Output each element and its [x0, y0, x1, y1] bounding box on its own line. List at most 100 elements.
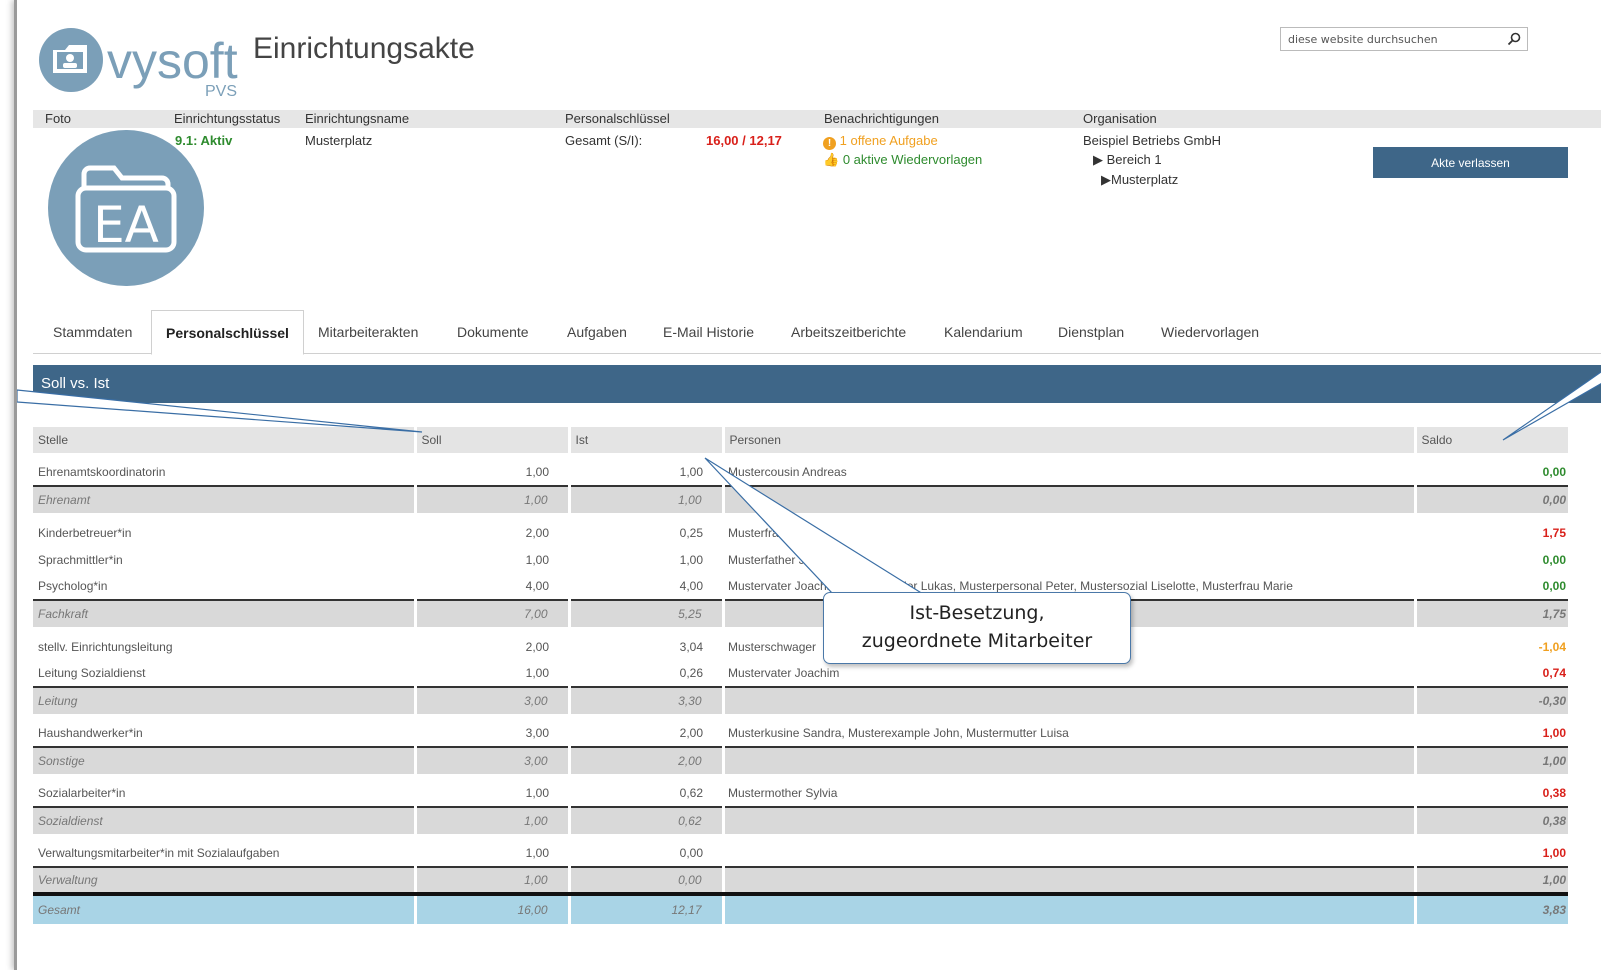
cell-ist: 0,62	[679, 786, 703, 800]
cell-personen: Musterkusine Sandra, Musterexample John,…	[728, 726, 1069, 740]
cell-soll: 1,00	[413, 866, 569, 894]
cell-ist: 0,25	[679, 525, 703, 540]
tab-dienstplan[interactable]: Dienstplan	[1044, 310, 1138, 354]
facility-name: Musterplatz	[305, 133, 373, 148]
cell-saldo: 0,74	[1542, 666, 1566, 680]
section-header: Soll vs. Ist	[33, 365, 1601, 403]
cell-soll: 1,00	[525, 846, 549, 860]
cell-personen: Musterfrau M	[728, 525, 799, 540]
tab-stammdaten[interactable]: Stammdaten	[39, 310, 146, 354]
leave-file-button[interactable]: Akte verlassen	[1373, 147, 1568, 178]
open-tasks-link[interactable]: ! 1 offene Aufgabe	[823, 133, 938, 150]
cell-soll: 3,00	[413, 686, 569, 714]
cell-soll: 3,00	[413, 746, 569, 774]
cell-ist: 3,04	[679, 639, 703, 654]
cell-soll: 1,00	[525, 786, 549, 800]
column-header-personen[interactable]: Personen	[721, 427, 1415, 453]
cell-personen: Mustermother Sylvia	[728, 786, 838, 800]
cell-saldo: 0,00	[1413, 485, 1568, 513]
cell-stelle: Sozialdienst	[33, 806, 415, 834]
tab-mitarbeiterakten[interactable]: Mitarbeiterakten	[304, 310, 432, 354]
cell-saldo: 0,00	[1542, 552, 1566, 567]
cell-saldo: 1,00	[1542, 846, 1566, 860]
org-place[interactable]: ▶Musterplatz	[1101, 172, 1178, 188]
header-notifications: Benachrichtigungen	[824, 111, 939, 126]
subtotal-row: Verwaltung 1,00 0,00 1,00	[33, 866, 1568, 894]
column-header-saldo[interactable]: Saldo	[1413, 427, 1568, 453]
column-header-stelle[interactable]: Stelle	[33, 427, 415, 453]
cell-saldo: 1,00	[1413, 866, 1568, 894]
header-foto: Foto	[45, 111, 72, 126]
cell-stelle: Psycholog*in	[38, 579, 108, 593]
cell-ist: 0,62	[567, 806, 723, 834]
cell-personen	[721, 686, 1415, 714]
tab-bar: Stammdaten Personalschlüssel Mitarbeiter…	[33, 310, 1601, 355]
table-row: Psycholog*in 4,00 4,00 Mustervater Joachim,…	[33, 573, 1568, 600]
tab-aufgaben[interactable]: Aufgaben	[553, 310, 641, 354]
cell-personen: Musterfather Jim	[728, 552, 818, 567]
cell-soll: 7,00	[413, 599, 569, 627]
key-value: 16,00 / 12,17	[706, 133, 782, 148]
cell-stelle: Gesamt	[33, 892, 415, 924]
info-header-row: Foto Einrichtungsstatus Einrichtungsname…	[33, 110, 1601, 128]
cell-ist: 0,00	[567, 866, 723, 894]
tab-wiedervorlagen[interactable]: Wiedervorlagen	[1147, 310, 1273, 354]
table-row: Sprachmittler*in 1,00 1,00 Musterfather Jim…	[33, 546, 1568, 573]
cell-soll: 3,00	[525, 726, 549, 740]
cell-soll: 1,00	[525, 465, 549, 479]
org-area[interactable]: ▶ Bereich 1	[1093, 152, 1162, 168]
avatar-initials: EA	[93, 196, 159, 254]
tab-arbeitszeitberichte[interactable]: Arbeitszeitberichte	[777, 310, 920, 354]
open-tasks-label: 1 offene Aufgabe	[839, 133, 938, 148]
cell-ist: 1,00	[679, 552, 703, 567]
cell-saldo: -0,30	[1413, 686, 1568, 714]
thumbs-up-icon: 👍	[823, 152, 840, 167]
search-input[interactable]	[1281, 32, 1501, 46]
table-row: Kinderbetreuer*in 2,00 0,25 Musterfrau M 1,7…	[33, 513, 1568, 546]
cell-ist: 0,00	[679, 846, 703, 860]
table-row: stellv. Einrichtungsleitung 2,00 3,04 Muste…	[33, 627, 1568, 660]
header-key: Personalschlüssel	[565, 111, 670, 126]
header-status: Einrichtungsstatus	[174, 111, 281, 126]
cell-stelle: Sozialarbeiter*in	[38, 786, 126, 800]
table-row: Sozialarbeiter*in 1,00 0,62 Mustermother Sy…	[33, 774, 1568, 807]
reminders-link[interactable]: 👍 0 aktive Wiedervorlagen	[823, 152, 982, 168]
cell-soll: 16,00	[413, 892, 569, 924]
cell-personen	[721, 746, 1415, 774]
tab-personalschluessel[interactable]: Personalschlüssel	[151, 310, 304, 355]
search-icon[interactable]	[1501, 28, 1527, 50]
tab-dokumente[interactable]: Dokumente	[443, 310, 543, 354]
soll-ist-table: Stelle Soll Ist Personen Saldo Ehrenamts…	[33, 427, 1568, 924]
cell-saldo: 0,00	[1542, 465, 1566, 479]
cell-soll: 2,00	[525, 639, 549, 654]
tab-kalendarium[interactable]: Kalendarium	[930, 310, 1037, 354]
key-label: Gesamt (S/I):	[565, 133, 643, 148]
cell-stelle: Leitung	[33, 686, 415, 714]
cell-saldo: -1,04	[1538, 639, 1566, 654]
cell-stelle: Haushandwerker*in	[38, 726, 143, 740]
tab-email-historie[interactable]: E-Mail Historie	[649, 310, 768, 354]
subtotal-row: Fachkraft 7,00 5,25 1,75	[33, 599, 1568, 627]
cell-stelle: stellv. Einrichtungsleitung	[38, 639, 173, 654]
cell-ist: 5,25	[567, 599, 723, 627]
table-row: Verwaltungsmitarbeiter*in mit Sozialaufg…	[33, 834, 1568, 867]
cell-soll: 1,00	[525, 552, 549, 567]
subtotal-row: Sozialdienst 1,00 0,62 0,38	[33, 806, 1568, 834]
cell-stelle: Ehrenamtskoordinatorin	[38, 465, 166, 479]
site-search[interactable]	[1280, 27, 1528, 51]
column-header-ist[interactable]: Ist	[567, 427, 723, 453]
table-header-row: Stelle Soll Ist Personen Saldo	[33, 427, 1568, 453]
column-header-soll[interactable]: Soll	[413, 427, 569, 453]
cell-saldo: 1,00	[1413, 746, 1568, 774]
header-organisation: Organisation	[1083, 111, 1157, 126]
cell-stelle: Leitung Sozialdienst	[38, 666, 146, 680]
cell-personen: Mustervater Joachim	[728, 666, 840, 680]
cell-saldo: 1,00	[1542, 726, 1566, 740]
section-title: Soll vs. Ist	[41, 375, 110, 392]
cell-soll: 1,00	[413, 806, 569, 834]
cell-ist: 0,26	[679, 666, 703, 680]
table-body: Ehrenamtskoordinatorin 1,00 1,00 Mustercous…	[33, 453, 1568, 924]
cell-personen: Mustercousin Andreas	[728, 465, 847, 479]
cell-soll: 2,00	[525, 525, 549, 540]
ist-callout: Ist-Besetzung, zugeordnete Mitarbeiter	[823, 592, 1131, 664]
